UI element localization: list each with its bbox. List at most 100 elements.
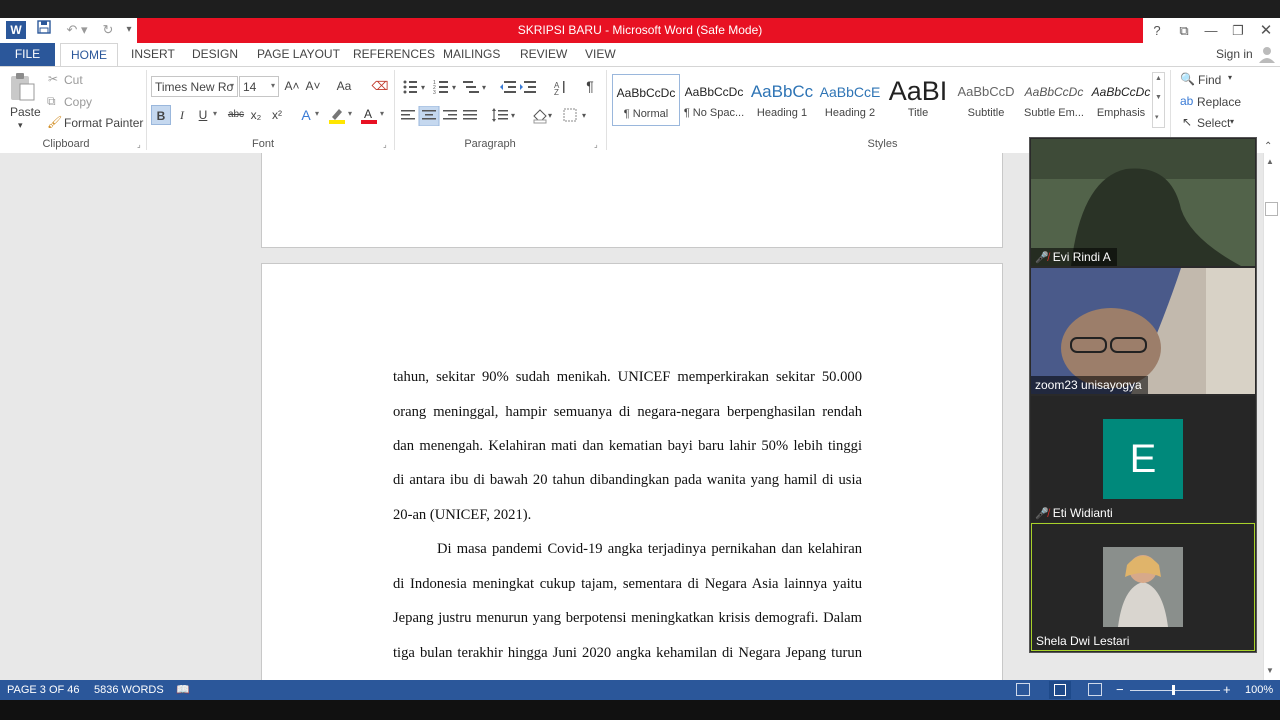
tab-home[interactable]: HOME	[60, 43, 118, 68]
style-emphasis[interactable]: AaBbCcDc Emphasis	[1087, 74, 1155, 126]
tab-page-layout[interactable]: PAGE LAYOUT	[247, 43, 350, 66]
user-avatar-icon[interactable]	[1258, 45, 1276, 63]
zoom-out-icon[interactable]: −	[1116, 680, 1124, 700]
print-layout-icon[interactable]	[1049, 681, 1071, 699]
chevron-down-icon[interactable]: ▾	[348, 109, 352, 118]
chevron-down-icon[interactable]: ▾	[1228, 73, 1232, 82]
find-button[interactable]: Find	[1198, 73, 1221, 87]
chevron-down-icon[interactable]: ▾	[271, 81, 275, 90]
tab-mailings[interactable]: MAILINGS	[433, 43, 510, 66]
more-styles-icon[interactable]: ▾	[1155, 113, 1159, 121]
zoom-in-icon[interactable]: +	[1223, 680, 1231, 700]
bottom-strip	[0, 700, 1280, 720]
word-app-icon[interactable]: W	[6, 21, 26, 39]
doc-line[interactable]: Jepang justru menurun yang berpotensi me…	[393, 610, 862, 627]
customize-qat-icon[interactable]: ▾	[122, 20, 136, 40]
doc-line[interactable]: 20-an (UNICEF, 2021).	[393, 507, 862, 524]
sign-in-link[interactable]: Sign in	[1216, 47, 1253, 61]
minimize-icon[interactable]: —	[1198, 18, 1224, 43]
doc-line[interactable]: Di masa pandemi Covid-19 angka terjadiny…	[437, 541, 862, 558]
zoom-slider[interactable]	[1130, 690, 1220, 691]
chevron-down-icon[interactable]: ▾	[213, 109, 217, 118]
style-heading-1[interactable]: AaBbCc Heading 1	[748, 74, 816, 126]
zoom-level[interactable]: 100%	[1245, 680, 1273, 700]
scroll-up-icon[interactable]: ▲	[1266, 157, 1274, 166]
participant-tile-active-speaker[interactable]: Shela Dwi Lestari	[1031, 523, 1255, 651]
scroll-down-icon[interactable]: ▼	[1266, 666, 1274, 675]
doc-line[interactable]: tiga bulan terakhir hingga Juni 2020 ang…	[393, 645, 862, 662]
style-title[interactable]: AaBI Title	[884, 74, 952, 126]
tab-review[interactable]: REVIEW	[510, 43, 577, 66]
chevron-down-icon[interactable]: ▾	[230, 81, 234, 90]
subscript-button[interactable]: x₂	[246, 105, 266, 125]
doc-line[interactable]: di antara ibu di bawah 20 tahun dibandin…	[393, 472, 862, 489]
chevron-up-icon[interactable]: ▲	[1155, 75, 1162, 82]
select-button[interactable]: Select	[1197, 116, 1230, 130]
show-formatting-button[interactable]: ¶	[580, 76, 600, 96]
read-mode-icon[interactable]	[1016, 683, 1030, 696]
replace-button[interactable]: Replace	[1197, 95, 1241, 109]
vertical-scrollbar[interactable]	[1263, 153, 1280, 680]
tab-file[interactable]: FILE	[0, 43, 55, 66]
style-subtitle[interactable]: AaBbCcD Subtitle	[952, 74, 1020, 126]
chevron-down-icon[interactable]: ▾	[380, 109, 384, 118]
style-no-spacing[interactable]: AaBbCcDc ¶ No Spac...	[680, 74, 748, 126]
clipboard-launcher-icon[interactable]: ⌟	[137, 140, 141, 149]
scroll-thumb[interactable]	[1265, 202, 1278, 216]
format-painter-button[interactable]: Format Painter	[64, 116, 143, 130]
styles-scroll[interactable]: ▲ ▼ ▾	[1152, 72, 1165, 128]
font-launcher-icon[interactable]: ⌟	[383, 140, 387, 149]
undo-icon[interactable]: ↶ ▾	[62, 20, 92, 40]
text-effects-icon[interactable]: A	[296, 105, 316, 125]
paste-icon[interactable]	[8, 72, 38, 102]
chevron-down-icon[interactable]: ▾	[315, 109, 319, 118]
tab-design[interactable]: DESIGN	[182, 43, 248, 66]
font-size-box[interactable]: 14 ▾	[239, 76, 279, 97]
paste-button[interactable]: Paste	[10, 105, 41, 119]
proofing-icon[interactable]: 📖	[176, 680, 190, 700]
close-icon[interactable]: ✕	[1253, 18, 1279, 43]
paste-dropdown-icon[interactable]: ▾	[18, 120, 23, 131]
font-color-icon[interactable]: A	[360, 106, 378, 124]
chevron-down-icon[interactable]: ▼	[1155, 94, 1162, 101]
doc-line[interactable]: dan menengah. Kelahiran mati dan kematia…	[393, 438, 862, 455]
strikethrough-button[interactable]: abc	[224, 105, 248, 125]
grow-font-button[interactable]: A˄	[282, 76, 302, 96]
participant-tile[interactable]: zoom23 unisayogya	[1031, 268, 1255, 394]
shrink-font-button[interactable]: A˅	[303, 76, 323, 96]
page-count[interactable]: PAGE 3 OF 46	[7, 680, 80, 700]
ribbon-display-icon[interactable]: ⧉	[1171, 18, 1197, 43]
help-icon[interactable]: ?	[1144, 18, 1170, 43]
save-icon[interactable]	[34, 20, 54, 40]
copy-button[interactable]: Copy	[64, 95, 92, 109]
doc-line[interactable]: orang meninggal, hampir semuanya di nega…	[393, 404, 862, 421]
style-subtle-emphasis[interactable]: AaBbCcDc Subtle Em...	[1020, 74, 1088, 126]
word-count[interactable]: 5836 WORDS	[94, 680, 164, 700]
participant-tile[interactable]: 🎤̸ Evi Rindi A	[1031, 139, 1255, 266]
paragraph-launcher-icon[interactable]: ⌟	[594, 140, 598, 149]
web-layout-icon[interactable]	[1088, 683, 1102, 696]
style-heading-2[interactable]: AaBbCcE Heading 2	[816, 74, 884, 126]
italic-button[interactable]: I	[172, 105, 192, 125]
zoom-slider-thumb[interactable]	[1172, 685, 1175, 695]
redo-icon[interactable]: ↻	[98, 20, 118, 40]
style-normal[interactable]: AaBbCcDc ¶ Normal	[612, 74, 680, 126]
tab-references[interactable]: REFERENCES	[343, 43, 445, 66]
restore-icon[interactable]: ❐	[1225, 18, 1251, 43]
underline-button[interactable]: U	[193, 105, 213, 125]
doc-line[interactable]: tahun, sekitar 90% sudah menikah. UNICEF…	[393, 369, 862, 386]
svg-text:▾: ▾	[582, 111, 586, 120]
bold-button[interactable]: B	[151, 105, 171, 125]
doc-line[interactable]: di Indonesia meningkat cukup tajam, seme…	[393, 576, 862, 593]
change-case-button[interactable]: Aa	[331, 76, 357, 96]
cut-button[interactable]: Cut	[64, 73, 83, 87]
tab-view[interactable]: VIEW	[575, 43, 626, 66]
font-name-box[interactable]: Times New Ro ▾	[151, 76, 238, 97]
highlight-icon[interactable]	[328, 106, 346, 124]
participant-tile[interactable]: E 🎤̸ Eti Widianti	[1031, 396, 1255, 522]
superscript-button[interactable]: x²	[267, 105, 287, 125]
collapse-ribbon-icon[interactable]: ⌃	[1264, 141, 1272, 152]
chevron-down-icon[interactable]: ▾	[1230, 117, 1234, 126]
clear-formatting-icon[interactable]: ⌫	[370, 76, 390, 96]
tab-insert[interactable]: INSERT	[121, 43, 185, 66]
